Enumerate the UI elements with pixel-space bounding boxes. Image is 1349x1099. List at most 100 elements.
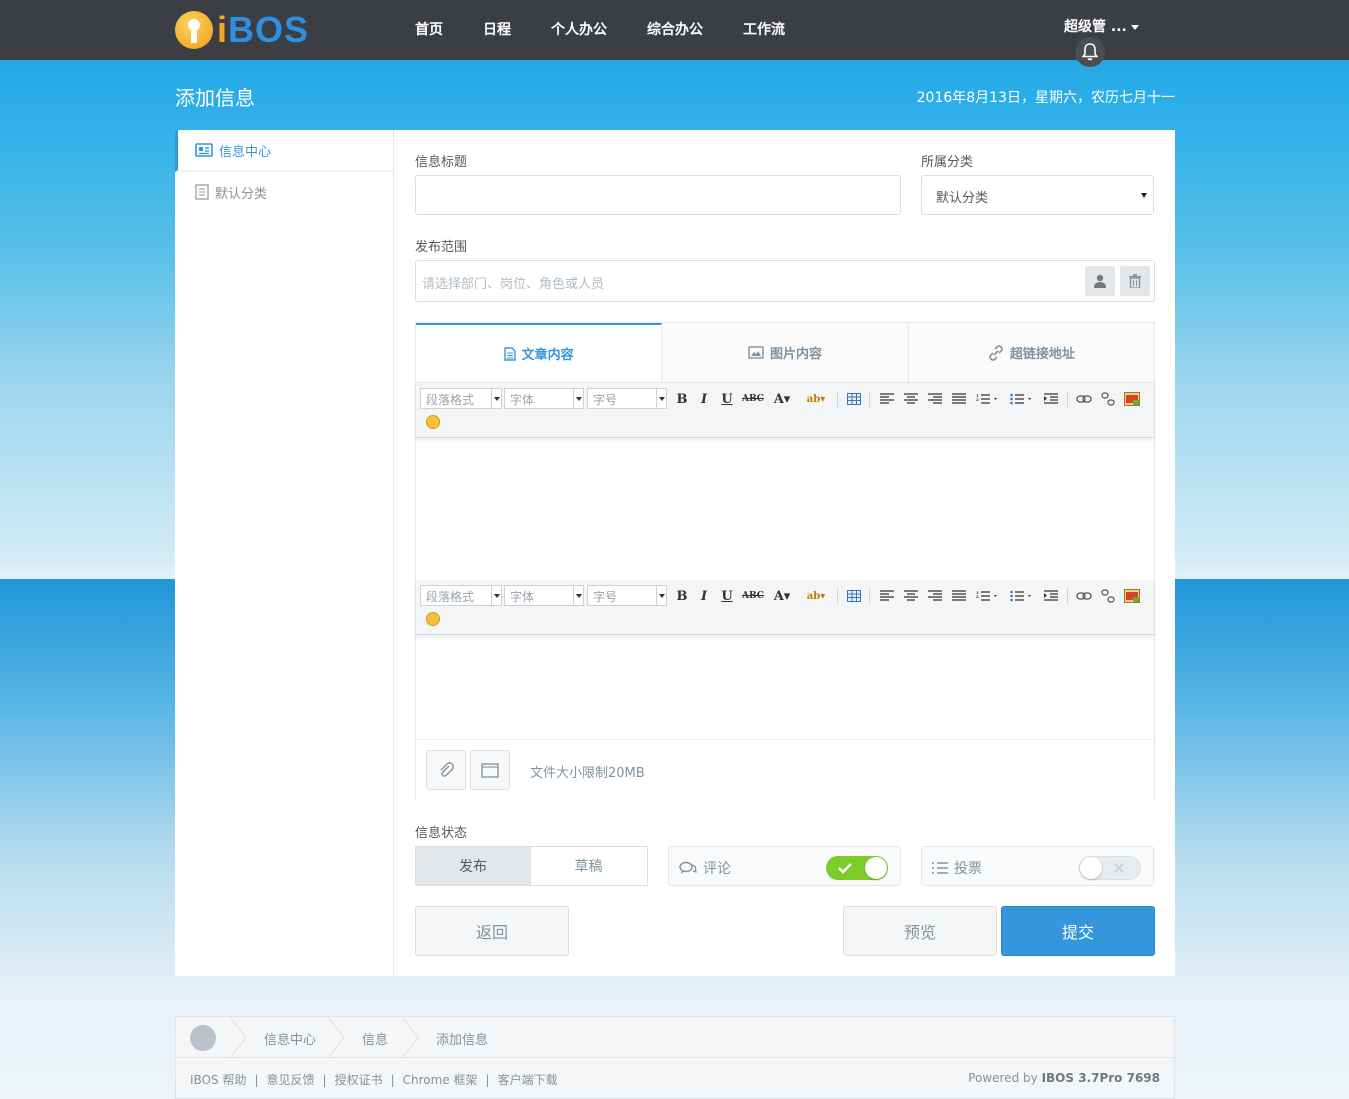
chevron-down-icon bbox=[1141, 193, 1147, 198]
paragraph-format-select[interactable]: 段落格式 bbox=[420, 585, 502, 606]
comment-icon bbox=[679, 861, 697, 875]
folder-icon bbox=[481, 763, 499, 778]
underline-icon[interactable]: U bbox=[719, 388, 735, 410]
tab-article-content[interactable]: 文章内容 bbox=[416, 323, 663, 382]
status-publish-option[interactable]: 发布 bbox=[416, 847, 531, 885]
vote-toggle-box: 投票 bbox=[921, 846, 1154, 886]
tab-image-content[interactable]: 图片内容 bbox=[662, 323, 909, 382]
sidebar-item-default-category[interactable]: 默认分类 bbox=[175, 172, 393, 212]
font-size-select[interactable]: 字号 bbox=[587, 585, 667, 606]
status-label: 信息状态 bbox=[415, 826, 468, 841]
date-display: 2016年8月13日，星期六，农历七月十一 bbox=[916, 90, 1175, 106]
back-button[interactable]: 返回 bbox=[415, 906, 569, 956]
preview-button[interactable]: 预览 bbox=[843, 906, 997, 956]
highlight-color-icon[interactable]: ab▾ bbox=[802, 388, 830, 410]
font-color-icon[interactable]: A▾ bbox=[770, 388, 794, 410]
nav-item-workflow[interactable]: 工作流 bbox=[723, 0, 805, 60]
table-icon[interactable] bbox=[846, 585, 862, 607]
align-center-icon[interactable] bbox=[903, 388, 919, 410]
tab-hyperlink[interactable]: 超链接地址 bbox=[909, 323, 1154, 382]
align-right-icon[interactable] bbox=[927, 388, 943, 410]
clear-scope-button[interactable] bbox=[1120, 266, 1150, 296]
footer-link-client-download[interactable]: 客户端下载 bbox=[498, 1073, 558, 1087]
sidebar-item-label: 信息中心 bbox=[219, 144, 272, 160]
align-justify-icon[interactable] bbox=[951, 388, 967, 410]
italic-icon[interactable]: I bbox=[697, 585, 711, 607]
nav-item-personal-office[interactable]: 个人办公 bbox=[531, 0, 627, 60]
nav-item-home[interactable]: 首页 bbox=[395, 0, 463, 60]
ibos-logo[interactable]: iBOS bbox=[175, 10, 309, 50]
attach-file-button[interactable] bbox=[426, 750, 466, 790]
status-segmented-control: 发布 草稿 bbox=[415, 846, 648, 886]
insert-link-icon[interactable] bbox=[1076, 585, 1092, 607]
svg-text:2: 2 bbox=[976, 397, 979, 402]
footer-link-help[interactable]: IBOS 帮助 bbox=[190, 1073, 246, 1087]
footer-link-license[interactable]: 授权证书 bbox=[335, 1073, 383, 1087]
category-select[interactable]: 默认分类 bbox=[921, 175, 1154, 215]
status-draft-option[interactable]: 草稿 bbox=[531, 847, 646, 885]
insert-image-icon[interactable] bbox=[1123, 585, 1141, 607]
news-icon bbox=[195, 143, 213, 157]
breadcrumb-info-center[interactable]: 信息中心 bbox=[264, 1029, 316, 1048]
italic-icon[interactable]: I bbox=[697, 388, 711, 410]
bold-icon[interactable]: B bbox=[674, 585, 690, 607]
align-left-icon[interactable] bbox=[879, 585, 895, 607]
emoticon-icon[interactable] bbox=[426, 415, 440, 429]
highlight-color-icon[interactable]: ab▾ bbox=[802, 585, 830, 607]
font-family-select[interactable]: 字体 bbox=[504, 388, 584, 409]
ordered-list-icon[interactable]: 12 bbox=[975, 585, 1001, 607]
title-input[interactable] bbox=[415, 175, 901, 215]
content-tabs: 文章内容 图片内容 超链接地址 bbox=[415, 322, 1155, 382]
nav-item-schedule[interactable]: 日程 bbox=[463, 0, 531, 60]
sidebar-item-label: 默认分类 bbox=[215, 186, 268, 202]
link-icon bbox=[988, 344, 1004, 361]
breadcrumb: 信息中心 信息 添加信息 bbox=[176, 1017, 1174, 1058]
unordered-list-icon[interactable] bbox=[1009, 585, 1035, 607]
editor-content-area[interactable] bbox=[416, 439, 1154, 579]
main-panel: 信息中心 默认分类 信息标题 所属分类 默认分类 发布范围 请选择部门、岗位、角… bbox=[175, 130, 1175, 976]
insert-link-icon[interactable] bbox=[1076, 388, 1092, 410]
notification-bell-icon[interactable] bbox=[1075, 37, 1105, 67]
indent-icon[interactable] bbox=[1043, 585, 1059, 607]
sidebar-item-info-center[interactable]: 信息中心 bbox=[175, 130, 393, 172]
unlink-icon[interactable] bbox=[1100, 585, 1116, 607]
comment-label: 评论 bbox=[703, 861, 731, 877]
unlink-icon[interactable] bbox=[1100, 388, 1116, 410]
emoticon-icon[interactable] bbox=[426, 612, 440, 626]
align-center-icon[interactable] bbox=[903, 585, 919, 607]
file-cabinet-button[interactable] bbox=[470, 750, 510, 790]
strikethrough-icon[interactable]: ABC bbox=[742, 388, 764, 410]
vote-switch[interactable] bbox=[1079, 856, 1141, 880]
nav-item-general-office[interactable]: 综合办公 bbox=[627, 0, 723, 60]
vote-label: 投票 bbox=[954, 861, 982, 877]
user-icon bbox=[1094, 274, 1106, 288]
select-user-button[interactable] bbox=[1085, 266, 1115, 296]
ordered-list-icon[interactable]: 12 bbox=[975, 388, 1001, 410]
font-family-select[interactable]: 字体 bbox=[504, 585, 584, 606]
indent-icon[interactable] bbox=[1043, 388, 1059, 410]
editor-content-area-secondary[interactable] bbox=[416, 636, 1154, 738]
comment-switch[interactable] bbox=[826, 856, 888, 880]
submit-button[interactable]: 提交 bbox=[1001, 906, 1155, 956]
unordered-list-icon[interactable] bbox=[1009, 388, 1035, 410]
footer-link-chrome-frame[interactable]: Chrome 框架 bbox=[403, 1073, 478, 1087]
underline-icon[interactable]: U bbox=[719, 585, 735, 607]
align-left-icon[interactable] bbox=[879, 388, 895, 410]
paragraph-format-select[interactable]: 段落格式 bbox=[420, 388, 502, 409]
align-right-icon[interactable] bbox=[927, 585, 943, 607]
breadcrumb-info[interactable]: 信息 bbox=[362, 1029, 388, 1048]
home-icon[interactable] bbox=[190, 1025, 216, 1051]
scope-input[interactable]: 请选择部门、岗位、角色或人员 bbox=[415, 260, 1155, 302]
trash-icon bbox=[1129, 274, 1141, 288]
user-menu[interactable]: 超级管 ... bbox=[1064, 16, 1139, 36]
font-size-select[interactable]: 字号 bbox=[587, 388, 667, 409]
close-icon bbox=[1114, 863, 1124, 873]
font-color-icon[interactable]: A▾ bbox=[770, 585, 794, 607]
scope-label: 发布范围 bbox=[415, 240, 468, 255]
insert-image-icon[interactable] bbox=[1123, 388, 1141, 410]
strikethrough-icon[interactable]: ABC bbox=[742, 585, 764, 607]
table-icon[interactable] bbox=[846, 388, 862, 410]
footer-link-feedback[interactable]: 意见反馈 bbox=[267, 1073, 315, 1087]
bold-icon[interactable]: B bbox=[674, 388, 690, 410]
align-justify-icon[interactable] bbox=[951, 585, 967, 607]
